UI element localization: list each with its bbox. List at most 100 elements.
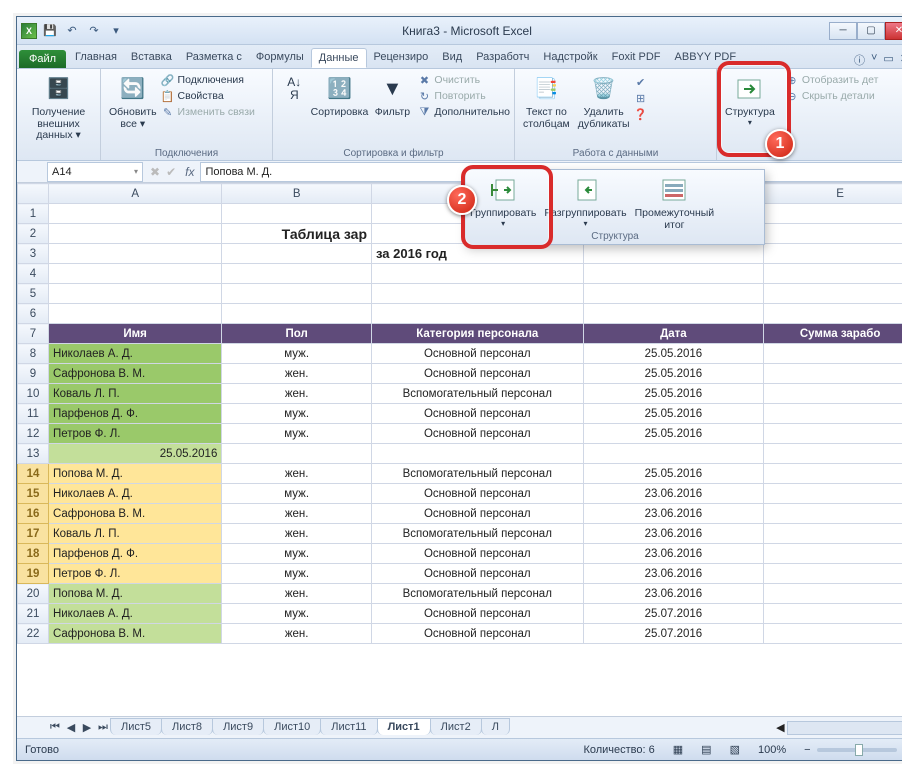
row-header[interactable]: 8: [18, 344, 49, 364]
row-header[interactable]: 5: [18, 284, 49, 304]
cell[interactable]: 23.06.2016: [583, 564, 764, 584]
cell[interactable]: Таблица зар: [222, 224, 372, 244]
cell[interactable]: Парфенов Д. Ф.: [48, 404, 221, 424]
sheet-tab[interactable]: Л: [481, 718, 510, 735]
sheet-tab[interactable]: Лист2: [430, 718, 482, 735]
sheet-tab[interactable]: Лист10: [263, 718, 321, 735]
cell[interactable]: 25.05.2016: [583, 384, 764, 404]
sort-az-button[interactable]: A↓Я: [277, 71, 312, 109]
row-header[interactable]: 7: [18, 324, 49, 344]
ribbon-tab[interactable]: Рецензиро: [367, 48, 436, 68]
cell[interactable]: [48, 304, 221, 324]
cell[interactable]: муж.: [222, 604, 372, 624]
row-header[interactable]: 13: [18, 444, 49, 464]
cell[interactable]: [222, 304, 372, 324]
cell[interactable]: Вспомогательный персонал: [372, 464, 584, 484]
text-to-columns-button[interactable]: 📑 Текст по столбцам: [519, 71, 574, 132]
cell[interactable]: 25.07.2016: [583, 604, 764, 624]
advanced-filter-button[interactable]: ⧩Дополнительно: [417, 105, 510, 119]
cell[interactable]: Основной персонал: [372, 344, 584, 364]
cell[interactable]: [372, 284, 584, 304]
qat-dropdown-icon[interactable]: ▾: [107, 22, 125, 40]
sheet-nav-first[interactable]: ⏮: [47, 721, 63, 734]
cell[interactable]: Попова М. Д.: [48, 584, 221, 604]
validation-button[interactable]: ✔: [634, 75, 648, 89]
cell[interactable]: Сафронова В. М.: [48, 624, 221, 644]
cell[interactable]: 23.06.2016: [583, 544, 764, 564]
cell[interactable]: [764, 204, 902, 224]
cell[interactable]: жен.: [222, 504, 372, 524]
cell[interactable]: [222, 284, 372, 304]
cell[interactable]: Основной персонал: [372, 624, 584, 644]
row-header[interactable]: 16: [18, 504, 49, 524]
table-header[interactable]: Имя: [48, 324, 221, 344]
cell[interactable]: [372, 264, 584, 284]
cell[interactable]: Основной персонал: [372, 564, 584, 584]
cell[interactable]: [764, 284, 902, 304]
cell[interactable]: 25.05.2016: [583, 404, 764, 424]
cell[interactable]: 2: [764, 604, 902, 624]
cell[interactable]: муж.: [222, 544, 372, 564]
cell[interactable]: 25.07.2016: [583, 624, 764, 644]
redo-icon[interactable]: ↷: [85, 22, 103, 40]
cell[interactable]: [764, 264, 902, 284]
cell[interactable]: Коваль Л. П.: [48, 384, 221, 404]
cell[interactable]: [583, 304, 764, 324]
cell[interactable]: [764, 304, 902, 324]
row-header[interactable]: 15: [18, 484, 49, 504]
cell[interactable]: 25.05.2016: [48, 444, 221, 464]
ribbon-tab[interactable]: Данные: [311, 48, 367, 68]
row-header[interactable]: 6: [18, 304, 49, 324]
file-tab[interactable]: Файл: [19, 50, 66, 68]
cell[interactable]: муж.: [222, 564, 372, 584]
cell[interactable]: [583, 244, 764, 264]
cell[interactable]: 1: [764, 624, 902, 644]
cell[interactable]: 2: [764, 484, 902, 504]
cell[interactable]: Петров Ф. Л.: [48, 424, 221, 444]
column-header[interactable]: E: [764, 184, 902, 204]
worksheet-grid[interactable]: ABCDE12Таблица зар3за 2016 год4567ИмяПол…: [17, 183, 902, 716]
cell[interactable]: 2: [764, 544, 902, 564]
cell[interactable]: 23.06.2016: [583, 504, 764, 524]
sheet-tab[interactable]: Лист9: [212, 718, 264, 735]
cell[interactable]: 25.05.2016: [583, 364, 764, 384]
ribbon-tab[interactable]: Надстройк: [536, 48, 604, 68]
help-icon[interactable]: ⓘ: [854, 52, 865, 68]
cell[interactable]: 1: [764, 384, 902, 404]
cell[interactable]: [48, 204, 221, 224]
cell[interactable]: Коваль Л. П.: [48, 524, 221, 544]
minimize-button[interactable]: ─: [829, 22, 857, 40]
ribbon-tab[interactable]: Вид: [435, 48, 469, 68]
ribbon-tab[interactable]: Foxit PDF: [605, 48, 668, 68]
cell[interactable]: [372, 304, 584, 324]
cell[interactable]: 25.05.2016: [583, 344, 764, 364]
cell[interactable]: 23.06.2016: [583, 584, 764, 604]
cell[interactable]: [222, 264, 372, 284]
edit-links-button[interactable]: ✎Изменить связи: [161, 105, 255, 119]
select-all-button[interactable]: [18, 184, 49, 204]
cell[interactable]: [372, 444, 584, 464]
row-header[interactable]: 14: [18, 464, 49, 484]
row-header[interactable]: 17: [18, 524, 49, 544]
refresh-all-button[interactable]: 🔄 Обновить все ▾: [105, 71, 161, 132]
show-detail-button[interactable]: ⊕Отобразить дет: [785, 73, 879, 87]
cell[interactable]: муж.: [222, 424, 372, 444]
cell[interactable]: муж.: [222, 404, 372, 424]
maximize-button[interactable]: ▢: [857, 22, 885, 40]
row-header[interactable]: 22: [18, 624, 49, 644]
cell[interactable]: Основной персонал: [372, 504, 584, 524]
connections-button[interactable]: 🔗Подключения: [161, 73, 255, 87]
cell[interactable]: 9: [764, 584, 902, 604]
cell[interactable]: 1: [764, 564, 902, 584]
ribbon-tab[interactable]: Формулы: [249, 48, 311, 68]
cell[interactable]: жен.: [222, 624, 372, 644]
remove-duplicates-button[interactable]: 🗑️ Удалить дубликаты: [574, 71, 634, 132]
cell[interactable]: 1: [764, 424, 902, 444]
cell[interactable]: жен.: [222, 364, 372, 384]
cell[interactable]: [222, 204, 372, 224]
table-header[interactable]: Дата: [583, 324, 764, 344]
row-header[interactable]: 4: [18, 264, 49, 284]
cell[interactable]: Вспомогательный персонал: [372, 584, 584, 604]
structure-button[interactable]: Структура ▾: [721, 71, 779, 129]
cell[interactable]: Основной персонал: [372, 544, 584, 564]
